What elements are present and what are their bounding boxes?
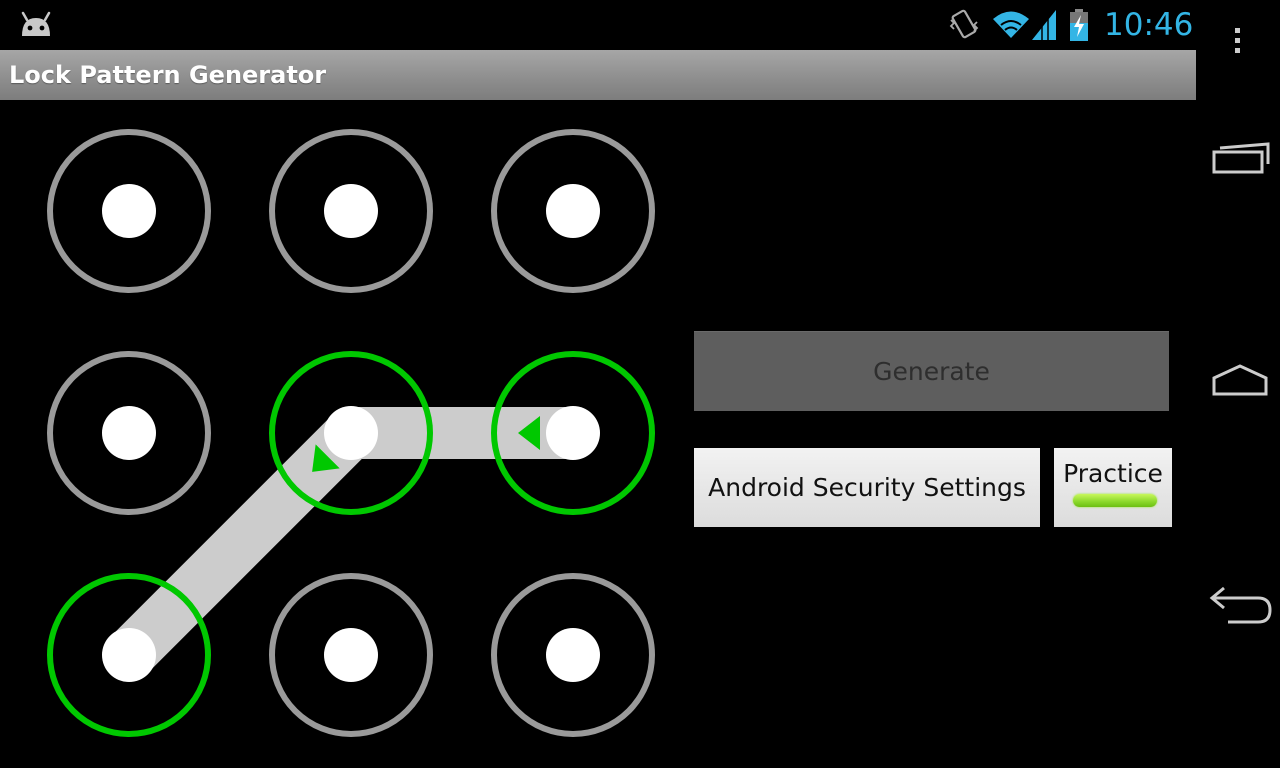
pattern-node-4[interactable] <box>47 351 211 515</box>
pattern-dot <box>102 184 156 238</box>
pattern-dot <box>102 406 156 460</box>
screen: 10:46 Lock Pattern Generator Generate An… <box>0 0 1280 768</box>
pattern-node-2[interactable] <box>269 129 433 293</box>
status-clock: 10:46 <box>1104 7 1194 43</box>
pattern-dot <box>324 184 378 238</box>
back-icon[interactable] <box>1206 584 1276 628</box>
pattern-dot <box>324 628 378 682</box>
pattern-node-9[interactable] <box>491 573 655 737</box>
home-icon[interactable] <box>1208 360 1272 400</box>
pattern-dot <box>324 406 378 460</box>
pattern-dot <box>102 628 156 682</box>
pattern-node-1[interactable] <box>47 129 211 293</box>
practice-toggle-button[interactable]: Practice <box>1054 448 1172 527</box>
android-icon <box>21 11 51 36</box>
practice-on-indicator <box>1073 494 1157 507</box>
battery-charging-icon <box>1070 9 1088 41</box>
action-bar: Lock Pattern Generator <box>0 50 1196 100</box>
pattern-node-3[interactable] <box>491 129 655 293</box>
menu-icon[interactable] <box>1230 26 1246 56</box>
lock-pattern-grid[interactable] <box>0 100 700 768</box>
wifi-icon <box>993 11 1029 38</box>
pattern-nodes <box>47 129 655 737</box>
pattern-path <box>103 407 599 681</box>
pattern-dot <box>546 184 600 238</box>
pattern-node-8[interactable] <box>269 573 433 737</box>
recent-apps-icon[interactable] <box>1208 140 1272 180</box>
status-bar: 10:46 <box>0 0 1196 50</box>
app-title: Lock Pattern Generator <box>9 61 327 89</box>
pattern-node-7[interactable] <box>47 573 211 737</box>
vibrate-icon <box>949 9 979 39</box>
practice-label: Practice <box>1063 459 1163 488</box>
pattern-dot <box>546 406 600 460</box>
android-security-settings-button[interactable]: Android Security Settings <box>694 448 1040 527</box>
signal-icon <box>1032 10 1056 40</box>
generate-button[interactable]: Generate <box>694 331 1169 411</box>
pattern-dot <box>546 628 600 682</box>
